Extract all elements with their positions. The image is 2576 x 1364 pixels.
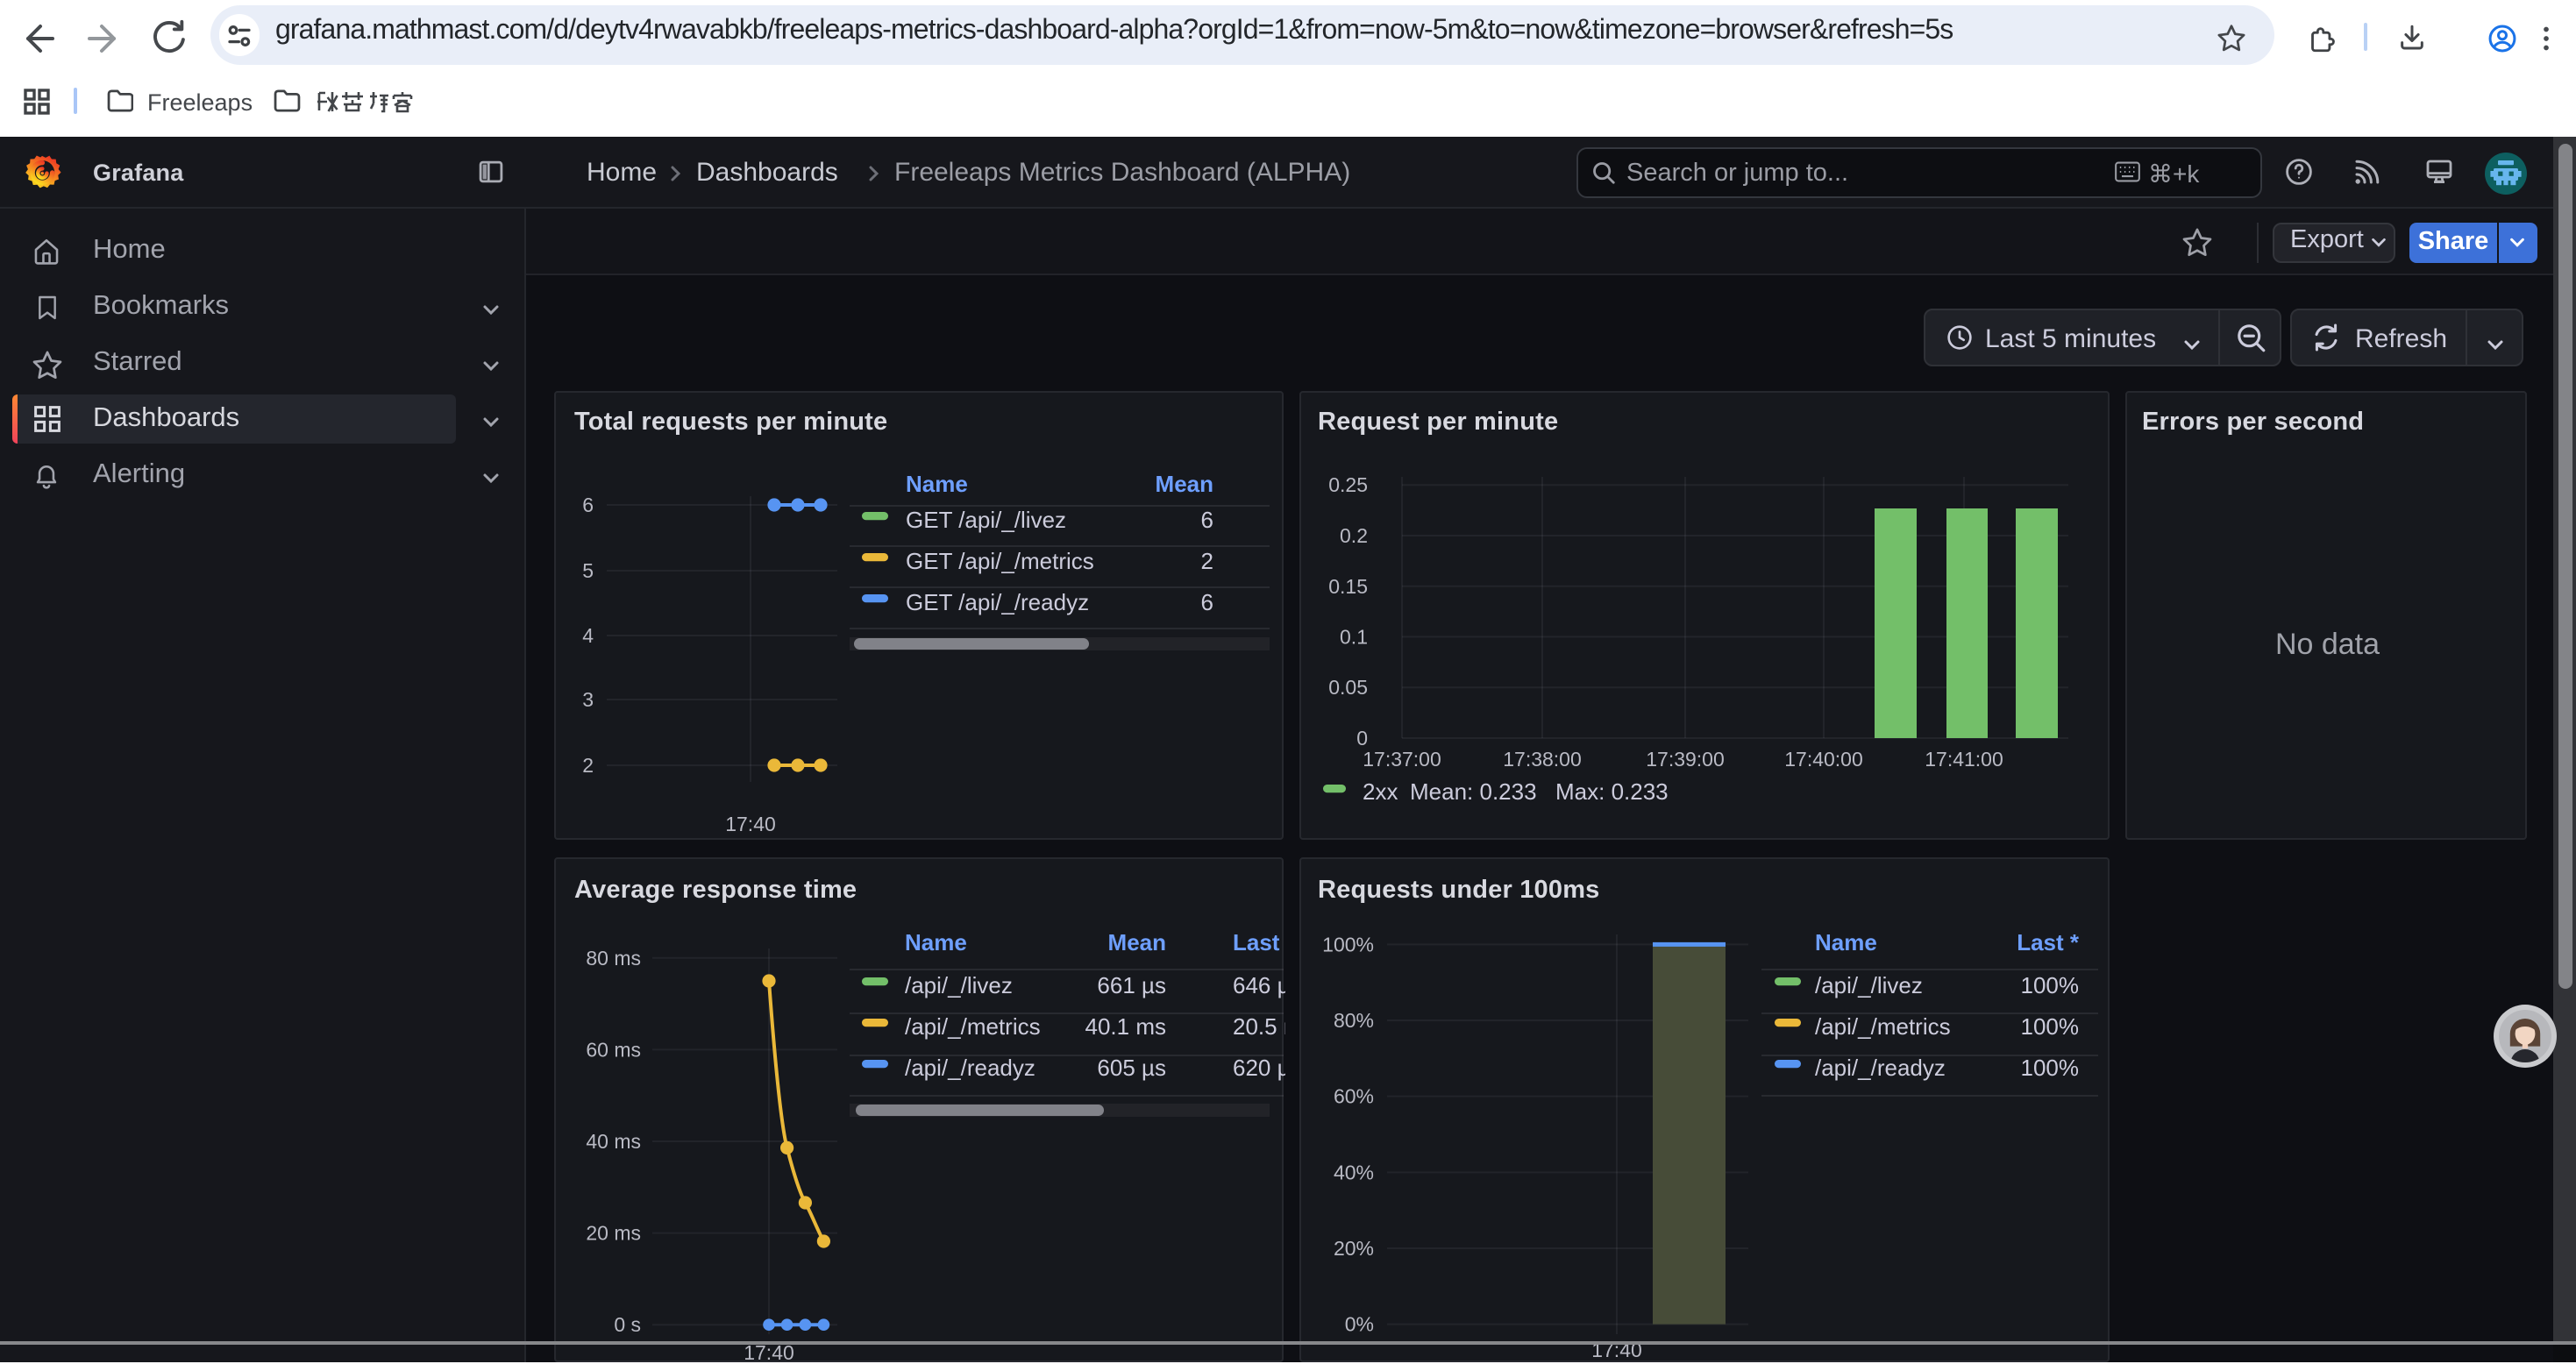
svg-text:2: 2 [582, 754, 594, 777]
svg-text:4: 4 [582, 624, 594, 647]
svg-text:/api/_/metrics: /api/_/metrics [1815, 1013, 1951, 1040]
svg-text:/api/_/readyz: /api/_/readyz [905, 1055, 1035, 1081]
svg-text:20 ms: 20 ms [586, 1222, 641, 1245]
svg-text:2xx: 2xx [1363, 778, 1398, 805]
svg-text:17:40: 17:40 [744, 1341, 794, 1364]
svg-text:17:39:00: 17:39:00 [1646, 748, 1725, 771]
svg-text:2: 2 [1201, 548, 1213, 574]
svg-text:0.1: 0.1 [1340, 625, 1368, 648]
svg-text:100%: 100% [2021, 972, 2080, 998]
svg-text:17:38:00: 17:38:00 [1503, 748, 1582, 771]
svg-text:661 µs: 661 µs [1097, 972, 1166, 998]
svg-text:Last *: Last * [2017, 929, 2080, 956]
svg-text:Name: Name [1815, 929, 1877, 956]
svg-text:40 ms: 40 ms [586, 1130, 641, 1153]
svg-text:Max: 0.233: Max: 0.233 [1555, 778, 1669, 805]
svg-text:5: 5 [582, 559, 594, 582]
svg-text:100%: 100% [1322, 933, 1374, 956]
svg-text:0.05: 0.05 [1328, 676, 1368, 699]
svg-text:0: 0 [1356, 727, 1368, 749]
svg-text:80%: 80% [1334, 1009, 1374, 1032]
svg-text:GET /api/_/readyz: GET /api/_/readyz [906, 589, 1089, 615]
svg-text:0 s: 0 s [614, 1313, 641, 1336]
svg-text:GET /api/_/livez: GET /api/_/livez [906, 507, 1066, 533]
svg-text:620 µs: 620 µs [1233, 1055, 1284, 1081]
svg-text:17:41:00: 17:41:00 [1925, 748, 2003, 771]
svg-text:/api/_/livez: /api/_/livez [905, 972, 1013, 998]
svg-text:40%: 40% [1334, 1161, 1374, 1183]
svg-text:3: 3 [582, 688, 594, 711]
svg-text:GET /api/_/metrics: GET /api/_/metrics [906, 548, 1094, 574]
svg-text:100%: 100% [2021, 1055, 2080, 1081]
svg-text:Name: Name [906, 471, 968, 497]
svg-text:0.15: 0.15 [1328, 575, 1368, 598]
svg-text:0.25: 0.25 [1328, 473, 1368, 496]
svg-text:40.1 ms: 40.1 ms [1085, 1013, 1167, 1040]
svg-text:80 ms: 80 ms [586, 947, 641, 970]
svg-text:Mean: Mean [1156, 471, 1213, 497]
svg-text:17:40:00: 17:40:00 [1784, 748, 1863, 771]
svg-text:17:37:00: 17:37:00 [1363, 748, 1441, 771]
svg-text:/api/_/metrics: /api/_/metrics [905, 1013, 1041, 1040]
svg-text:17:40: 17:40 [725, 813, 776, 835]
svg-text:6: 6 [1201, 589, 1213, 615]
svg-text:20.5 ms: 20.5 ms [1233, 1013, 1284, 1040]
svg-text:100%: 100% [2021, 1013, 2080, 1040]
svg-text:0.2: 0.2 [1340, 524, 1368, 547]
svg-text:/api/_/livez: /api/_/livez [1815, 972, 1923, 998]
svg-text:Name: Name [905, 929, 967, 956]
svg-text:60 ms: 60 ms [586, 1038, 641, 1061]
svg-text:Mean: 0.233: Mean: 0.233 [1410, 778, 1537, 805]
svg-text:0%: 0% [1345, 1313, 1374, 1336]
svg-text:605 µs: 605 µs [1097, 1055, 1166, 1081]
svg-text:Last *: Last * [1233, 929, 1284, 956]
svg-text:Mean: Mean [1108, 929, 1166, 956]
svg-text:/api/_/readyz: /api/_/readyz [1815, 1055, 1946, 1081]
svg-text:6: 6 [1201, 507, 1213, 533]
svg-text:646 µs: 646 µs [1233, 972, 1284, 998]
svg-text:60%: 60% [1334, 1085, 1374, 1108]
svg-text:6: 6 [582, 494, 594, 516]
svg-text:20%: 20% [1334, 1237, 1374, 1260]
